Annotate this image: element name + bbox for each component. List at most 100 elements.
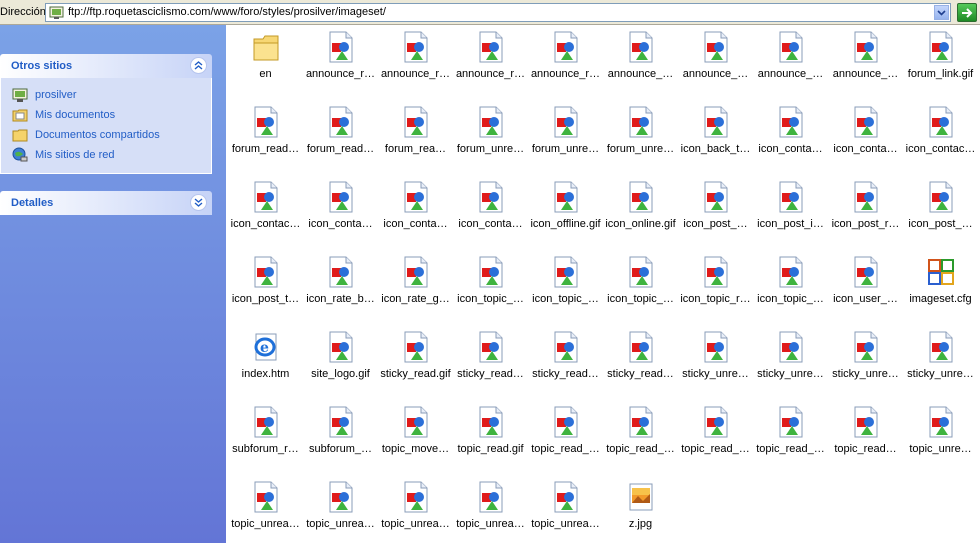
file-item[interactable]: icon_topic_… xyxy=(603,250,678,325)
file-name: announce_r… xyxy=(305,68,376,80)
file-name: sticky_unre… xyxy=(682,368,749,380)
file-item[interactable]: announce_… xyxy=(828,25,903,100)
file-item[interactable]: icon_topic_… xyxy=(453,250,528,325)
file-item[interactable]: icon_topic_… xyxy=(528,250,603,325)
folder-icon xyxy=(253,35,279,61)
file-item[interactable]: icon_rate_g… xyxy=(378,250,453,325)
file-item[interactable]: sticky_read… xyxy=(528,325,603,400)
file-item[interactable]: sticky_unre… xyxy=(753,325,828,400)
file-item[interactable]: icon_post_r… xyxy=(828,175,903,250)
file-item[interactable]: topic_read.gif xyxy=(453,400,528,475)
file-item[interactable]: announce_… xyxy=(753,25,828,100)
other-places-header[interactable]: Otros sitios xyxy=(0,54,212,78)
file-item[interactable]: sticky_read… xyxy=(603,325,678,400)
file-item[interactable]: announce_… xyxy=(678,25,753,100)
file-item[interactable]: topic_read_… xyxy=(603,400,678,475)
gif-image-file-icon xyxy=(404,106,428,138)
file-item[interactable]: en xyxy=(228,25,303,100)
file-name: subforum_r… xyxy=(232,443,299,455)
file-item[interactable]: topic_unrea… xyxy=(228,475,303,550)
file-item[interactable]: icon_conta… xyxy=(828,100,903,175)
gif-image-file-icon xyxy=(479,181,503,213)
file-item[interactable]: forum_read… xyxy=(228,100,303,175)
task-pane: Otros sitios prosilver Mis documentos Do… xyxy=(0,25,226,543)
file-item[interactable]: sticky_unre… xyxy=(828,325,903,400)
file-item[interactable]: icon_user_… xyxy=(828,250,903,325)
gif-image-file-icon xyxy=(404,256,428,288)
file-item[interactable]: icon_online.gif xyxy=(603,175,678,250)
file-item[interactable]: topic_unrea… xyxy=(453,475,528,550)
file-name: sticky_unre… xyxy=(907,368,974,380)
file-item[interactable]: topic_unrea… xyxy=(378,475,453,550)
file-item[interactable]: forum_unre… xyxy=(603,100,678,175)
file-item[interactable]: topic_move… xyxy=(378,400,453,475)
expand-details-button[interactable] xyxy=(190,194,207,211)
place-link-my-documents[interactable]: Mis documentos xyxy=(12,106,115,123)
file-item[interactable]: e index.htm xyxy=(228,325,303,400)
file-item[interactable]: icon_conta… xyxy=(453,175,528,250)
file-item[interactable]: icon_post_i… xyxy=(753,175,828,250)
file-item[interactable]: icon_post_… xyxy=(903,175,978,250)
file-item[interactable]: icon_conta… xyxy=(378,175,453,250)
file-item[interactable]: icon_post_… xyxy=(678,175,753,250)
file-item[interactable]: icon_topic_r… xyxy=(678,250,753,325)
address-input[interactable]: ftp://ftp.roquetasciclismo.com/www/foro/… xyxy=(45,3,951,22)
file-item[interactable]: subforum_… xyxy=(303,400,378,475)
place-link-label: Mis documentos xyxy=(35,108,116,121)
file-item[interactable]: icon_contac… xyxy=(903,100,978,175)
file-item[interactable]: forum_rea… xyxy=(378,100,453,175)
file-item[interactable]: subforum_r… xyxy=(228,400,303,475)
file-item[interactable]: sticky_unre… xyxy=(678,325,753,400)
file-name: topic_unre… xyxy=(909,443,972,455)
file-name: sticky_read.gif xyxy=(380,368,451,380)
gif-image-file-icon xyxy=(854,331,878,363)
file-item[interactable]: icon_topic_… xyxy=(753,250,828,325)
gif-image-file-icon xyxy=(779,106,803,138)
file-item[interactable]: forum_link.gif xyxy=(903,25,978,100)
gif-image-file-icon xyxy=(929,181,953,213)
file-item[interactable]: topic_unrea… xyxy=(528,475,603,550)
file-name: icon_topic_r… xyxy=(680,293,751,305)
file-item[interactable]: announce_r… xyxy=(528,25,603,100)
file-item[interactable]: imageset.cfg xyxy=(903,250,978,325)
file-item[interactable]: forum_read… xyxy=(303,100,378,175)
file-item[interactable]: sticky_read… xyxy=(453,325,528,400)
place-link-prosilver[interactable]: prosilver xyxy=(12,86,77,103)
file-item[interactable]: topic_read… xyxy=(828,400,903,475)
file-item[interactable]: announce_r… xyxy=(453,25,528,100)
file-name: announce_r… xyxy=(530,68,601,80)
file-item[interactable]: announce_r… xyxy=(303,25,378,100)
file-item[interactable]: sticky_read.gif xyxy=(378,325,453,400)
file-item[interactable]: topic_read_… xyxy=(753,400,828,475)
file-item[interactable]: topic_unre… xyxy=(903,400,978,475)
file-item[interactable]: announce_r… xyxy=(378,25,453,100)
place-link-network-places[interactable]: Mis sitios de red xyxy=(12,146,114,163)
details-header[interactable]: Detalles xyxy=(0,191,212,215)
file-item[interactable]: site_logo.gif xyxy=(303,325,378,400)
file-item[interactable]: z.jpg xyxy=(603,475,678,550)
collapse-other-places-button[interactable] xyxy=(190,57,207,74)
file-name: announce_r… xyxy=(380,68,451,80)
file-item[interactable]: icon_back_t… xyxy=(678,100,753,175)
file-item[interactable]: topic_read_… xyxy=(528,400,603,475)
go-button[interactable] xyxy=(957,3,977,22)
place-link-label: Documentos compartidos xyxy=(35,128,160,141)
place-link-shared-documents[interactable]: Documentos compartidos xyxy=(12,126,160,143)
file-item[interactable]: sticky_unre… xyxy=(903,325,978,400)
file-item[interactable]: icon_post_t… xyxy=(228,250,303,325)
address-dropdown-button[interactable] xyxy=(934,5,949,20)
shared-folder-icon xyxy=(12,129,28,141)
file-item[interactable]: announce_… xyxy=(603,25,678,100)
ftp-folder-icon xyxy=(49,6,64,19)
file-item[interactable]: icon_conta… xyxy=(303,175,378,250)
file-item[interactable]: icon_offline.gif xyxy=(528,175,603,250)
file-item[interactable]: forum_unre… xyxy=(528,100,603,175)
file-name: imageset.cfg xyxy=(909,293,972,305)
gif-image-file-icon xyxy=(929,31,953,63)
file-item[interactable]: forum_unre… xyxy=(453,100,528,175)
file-item[interactable]: topic_unrea… xyxy=(303,475,378,550)
file-item[interactable]: icon_contac… xyxy=(228,175,303,250)
file-item[interactable]: topic_read_… xyxy=(678,400,753,475)
file-item[interactable]: icon_conta… xyxy=(753,100,828,175)
file-item[interactable]: icon_rate_b… xyxy=(303,250,378,325)
